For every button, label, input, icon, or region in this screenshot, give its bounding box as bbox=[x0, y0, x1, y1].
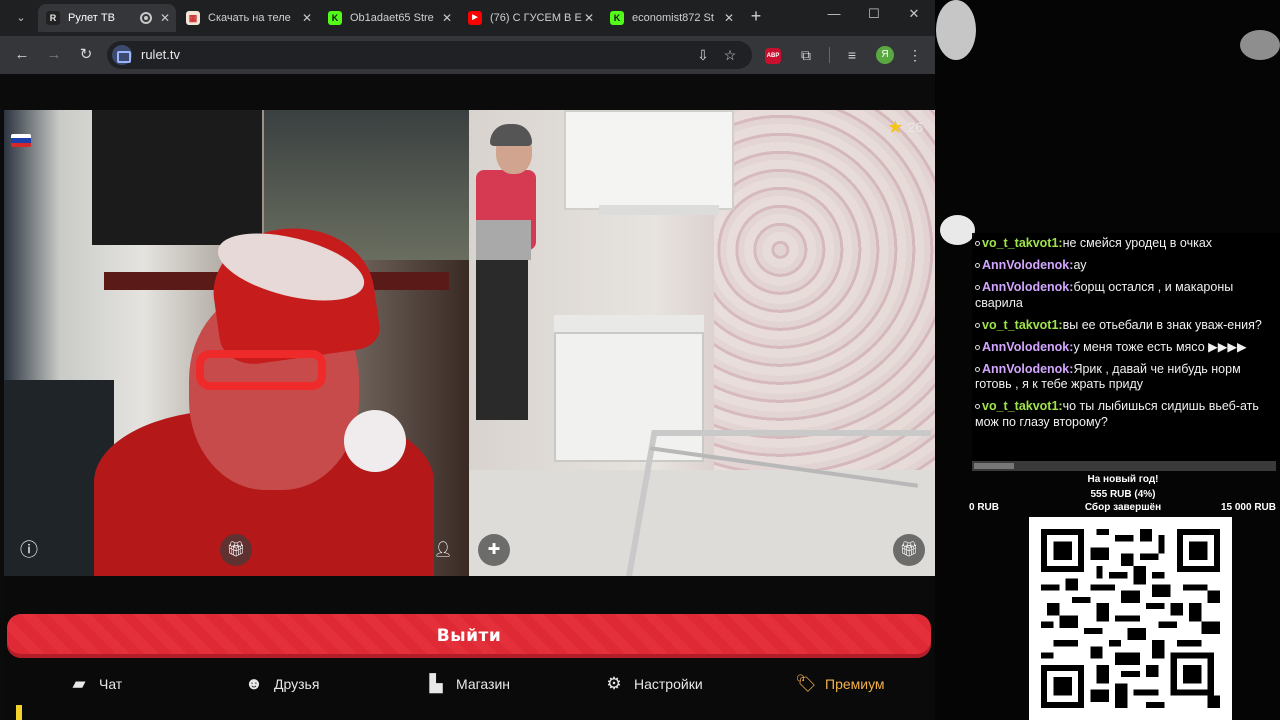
close-icon[interactable]: ✕ bbox=[724, 4, 734, 32]
screen: ⌄ R Рулет ТВ ✕ ▦ Скачать на теле ✕ K Ob1… bbox=[0, 0, 1280, 720]
adblock-extension-icon[interactable]: ABP bbox=[765, 48, 781, 64]
chat-message: vo_t_takvot1:не смейся уродец в очках bbox=[975, 236, 1276, 252]
settings-icon: ⚙ bbox=[606, 673, 622, 693]
scene-person bbox=[474, 124, 544, 430]
exit-button[interactable]: Выйти bbox=[7, 614, 931, 658]
tab-kick-economist872[interactable]: K economist872 St ✕ bbox=[602, 4, 740, 32]
stream-chat: vo_t_takvot1:не смейся уродец в очках An… bbox=[972, 233, 1280, 463]
window-close-icon[interactable]: ✕ bbox=[904, 6, 924, 22]
download-site-favicon-icon: ▦ bbox=[186, 11, 200, 25]
goal-progress: 555 RUB (4%) bbox=[1090, 489, 1156, 500]
toolbar-divider bbox=[829, 47, 830, 63]
menu-kebab-icon[interactable]: ⋮ bbox=[906, 46, 924, 64]
address-bar[interactable]: rulet.tv ⇩ ☆ bbox=[107, 41, 752, 69]
tab-strip: ⌄ R Рулет ТВ ✕ ▦ Скачать на теле ✕ K Ob1… bbox=[0, 0, 935, 36]
scene-pompom bbox=[344, 410, 406, 472]
chat-message: AnnVolodenok:ау bbox=[975, 258, 1276, 274]
nav-label: Друзья bbox=[274, 675, 320, 692]
kick-favicon-icon: K bbox=[610, 11, 624, 25]
tab-youtube[interactable]: ▶ (76) С ГУСЕМ В Е ✕ bbox=[460, 4, 600, 32]
youtube-favicon-icon: ▶ bbox=[468, 11, 482, 25]
goal-max: 15 000 RUB bbox=[1220, 502, 1276, 513]
reload-icon[interactable]: ↻ bbox=[76, 45, 96, 65]
browser-toolbar: ← → ↻ rulet.tv ⇩ ☆ ABP ⧉ ≡ Я ⋮ bbox=[0, 36, 935, 74]
chat-input-strip bbox=[972, 461, 1276, 471]
close-icon[interactable]: ✕ bbox=[160, 4, 170, 32]
chat-message: AnnVolodenok:Ярик , давай че нибудь норм… bbox=[975, 361, 1241, 391]
gift-icon[interactable]: 🎁︎ bbox=[220, 534, 252, 566]
friends-icon: ☻ bbox=[245, 673, 263, 693]
qr-code-image bbox=[1041, 529, 1220, 708]
donation-qr-code bbox=[1029, 517, 1232, 720]
nav-label: Магазин bbox=[456, 675, 511, 692]
scene-shelf bbox=[92, 110, 262, 245]
nav-shop[interactable]: ▙ Магазин bbox=[426, 666, 510, 701]
rating-value: 26 bbox=[907, 119, 923, 135]
goal-min: 0 RUB bbox=[969, 502, 1000, 513]
chat-message: vo_t_takvot1:чо ты лыбишься сидишь вьеб-… bbox=[975, 399, 1259, 429]
maximize-icon[interactable]: ☐ bbox=[864, 6, 884, 22]
nav-settings[interactable]: ⚙ Настройки bbox=[604, 666, 703, 701]
close-icon[interactable]: ✕ bbox=[302, 4, 312, 32]
profile-avatar[interactable]: Я bbox=[876, 46, 894, 64]
chat-message: vo_t_takvot1:вы ее отьебали в знак уваж-… bbox=[975, 318, 1276, 334]
nav-label: Настройки bbox=[634, 675, 703, 692]
url-text: rulet.tv bbox=[141, 47, 181, 62]
shop-icon: ▙ bbox=[429, 673, 443, 693]
nav-friends[interactable]: ☻ Друзья bbox=[244, 666, 319, 701]
scene-cabinet bbox=[564, 110, 734, 210]
close-icon[interactable]: ✕ bbox=[442, 4, 452, 32]
russia-flag-icon bbox=[11, 134, 31, 147]
tab-search-chevron-icon[interactable]: ⌄ bbox=[10, 8, 32, 28]
install-app-icon[interactable]: ⇩ bbox=[694, 46, 712, 64]
taskbar-indicator bbox=[16, 705, 22, 720]
overlay-bubble bbox=[940, 215, 975, 245]
recording-icon bbox=[140, 12, 152, 24]
bookmark-star-icon[interactable]: ☆ bbox=[721, 46, 739, 64]
chat-icon: ▰ bbox=[72, 673, 86, 693]
tab-rulet[interactable]: R Рулет ТВ ✕ bbox=[38, 4, 176, 32]
scene-shelf bbox=[599, 205, 719, 215]
nav-label: Чат bbox=[99, 675, 123, 692]
rating-badge: ★ 26 bbox=[887, 118, 923, 136]
chat-message: AnnVolodenok:борщ остался , и макароны с… bbox=[975, 280, 1234, 310]
scene-glasses bbox=[196, 350, 326, 390]
extensions-puzzle-icon[interactable]: ⧉ bbox=[797, 46, 815, 64]
close-icon[interactable]: ✕ bbox=[584, 4, 594, 32]
tab-download[interactable]: ▦ Скачать на теле ✕ bbox=[178, 4, 318, 32]
minimize-icon[interactable]: — bbox=[824, 6, 844, 21]
tab-kick-ob1adaet65[interactable]: K Ob1adaet65 Stre ✕ bbox=[320, 4, 458, 32]
goal-title: На новый год! bbox=[1087, 474, 1159, 485]
chat-message: AnnVolodenok:у меня тоже есть мясо ▶▶▶▶ bbox=[975, 340, 1276, 356]
rulet-favicon-icon: R bbox=[46, 11, 60, 25]
new-tab-plus-icon[interactable]: + bbox=[746, 6, 766, 27]
overlay-bubble bbox=[936, 0, 976, 60]
report-info-icon[interactable]: ⓘ bbox=[13, 534, 45, 566]
kick-favicon-icon: K bbox=[328, 11, 342, 25]
nav-label: Премиум bbox=[825, 675, 885, 692]
back-arrow-icon[interactable]: ← bbox=[12, 45, 32, 65]
site-info-icon[interactable] bbox=[112, 45, 132, 65]
rulet-page: ⓘ 🎁︎ 👤︎ ★ 26 ✚ 🎁︎ Выйти ▰ Чат ☻ Друзья ▙… bbox=[4, 110, 935, 720]
star-icon: ★ bbox=[887, 117, 904, 137]
exit-label: Выйти bbox=[436, 626, 502, 646]
user-icon[interactable]: 👤︎ bbox=[427, 534, 459, 566]
nav-chat[interactable]: ▰ Чат bbox=[69, 666, 122, 701]
game-controller-icon[interactable]: ✚ bbox=[478, 534, 510, 566]
partner-camera-video: ★ 26 ✚ 🎁︎ bbox=[469, 110, 935, 576]
media-controls-icon[interactable]: ≡ bbox=[843, 46, 861, 64]
gift-icon[interactable]: 🎁︎ bbox=[893, 534, 925, 566]
overlay-bubble bbox=[1240, 30, 1280, 60]
browser-window: ⌄ R Рулет ТВ ✕ ▦ Скачать на теле ✕ K Ob1… bbox=[0, 0, 935, 720]
premium-tag-icon: 🏷︎ bbox=[795, 673, 817, 693]
bottom-navigation: ▰ Чат ☻ Друзья ▙ Магазин ⚙ Настройки 🏷︎ bbox=[4, 666, 935, 701]
nav-premium[interactable]: 🏷︎ Премиум bbox=[795, 666, 885, 701]
own-camera-video: ⓘ 🎁︎ 👤︎ bbox=[4, 110, 469, 576]
forward-arrow-icon[interactable]: → bbox=[44, 45, 64, 65]
